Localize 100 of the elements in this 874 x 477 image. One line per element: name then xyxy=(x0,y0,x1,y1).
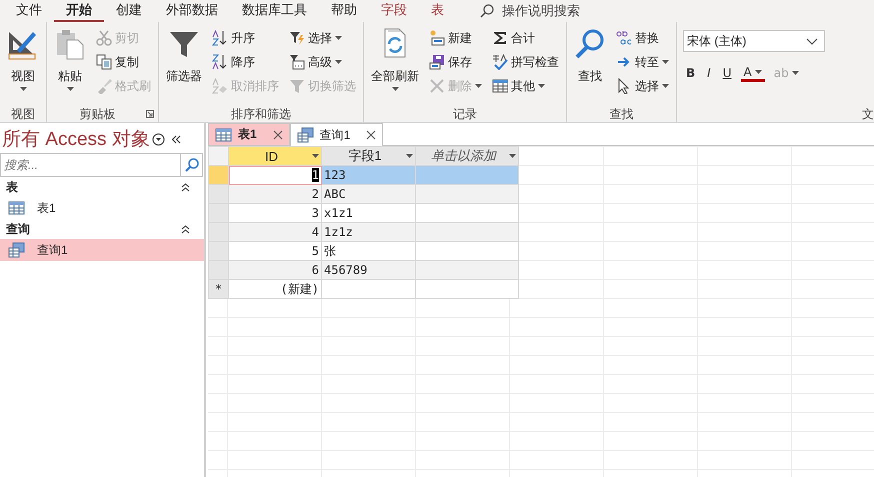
double-chevron-icon xyxy=(181,224,190,234)
ribbon-button[interactable]: 保存 xyxy=(426,50,485,74)
eraser-icon xyxy=(212,78,228,94)
magnifier-icon xyxy=(574,28,606,60)
caret-icon xyxy=(392,87,398,91)
search-field[interactable]: 搜索... xyxy=(0,153,203,177)
record-selector[interactable] xyxy=(208,260,228,280)
nav-item[interactable]: 查询1 xyxy=(0,239,204,261)
ribbon-button[interactable]: 高级 xyxy=(286,50,359,74)
ribbon-button[interactable]: 复制 xyxy=(93,50,154,74)
ribbon-button[interactable]: 视图 xyxy=(4,26,42,106)
table-cell: 1 xyxy=(228,166,322,184)
funnel-form-icon xyxy=(289,54,305,70)
table-grid-icon xyxy=(492,78,508,94)
ribbon-tab[interactable]: 数据库工具 xyxy=(230,0,319,22)
dropdown-caret-icon xyxy=(509,154,516,158)
ribbon-tab[interactable]: 字段 xyxy=(369,0,419,22)
dropdown-caret-icon xyxy=(312,154,319,158)
funnel-icon xyxy=(289,78,305,94)
ribbon-button[interactable]: 新建 xyxy=(426,26,485,50)
caret-icon xyxy=(792,71,799,75)
ribbon-button[interactable]: 合计 xyxy=(489,26,562,50)
caret-icon xyxy=(475,84,482,88)
brush-icon xyxy=(96,78,112,94)
ribbon-tab[interactable]: 表 xyxy=(419,0,456,22)
table-icon xyxy=(215,126,232,142)
record-selector[interactable] xyxy=(208,222,228,242)
cross-icon xyxy=(429,78,445,94)
ribbon-button[interactable]: 选择 xyxy=(286,26,359,50)
chevron-icon xyxy=(806,38,818,44)
double-chevron-icon xyxy=(181,182,190,192)
ribbon-button[interactable]: 查找 xyxy=(571,26,609,106)
ribbon-tab[interactable]: 创建 xyxy=(104,0,154,22)
query-icon xyxy=(8,242,25,258)
caret-icon xyxy=(754,70,762,74)
document-tab[interactable]: 查询1 xyxy=(290,123,384,146)
group-label: 排序和筛选 xyxy=(230,106,292,122)
ribbon-button[interactable]: 升序 xyxy=(209,26,282,50)
sigma-icon xyxy=(492,30,508,46)
section-header[interactable]: 表 xyxy=(0,177,204,197)
table-cell: 123 xyxy=(322,166,416,184)
ribbon-button[interactable]: 降序 xyxy=(209,50,282,74)
floppy-disk-icon xyxy=(429,54,445,70)
caret-icon xyxy=(335,60,342,64)
collapse-button[interactable] xyxy=(170,134,181,144)
group-label: 记录 xyxy=(452,106,478,122)
format-button[interactable]: I xyxy=(704,62,714,84)
ribbon-button[interactable]: 粘贴 xyxy=(51,26,89,106)
ribbon-tab[interactable]: 文件 xyxy=(4,0,54,22)
spell-check-icon xyxy=(492,54,508,70)
sort-descending-icon xyxy=(212,54,228,70)
record-selector[interactable] xyxy=(208,242,228,260)
table-cell: 4 xyxy=(228,222,322,242)
table-cell: 6 xyxy=(228,260,322,280)
search-icon xyxy=(480,4,494,18)
column-header[interactable]: ID xyxy=(228,146,322,166)
close-icon[interactable] xyxy=(366,130,376,140)
ribbon-button[interactable]: 转至 xyxy=(613,50,672,74)
ribbon-button[interactable]: 其他 xyxy=(489,74,562,98)
sort-ascending-icon xyxy=(212,30,228,46)
select-all-corner[interactable] xyxy=(208,146,228,166)
options-button[interactable] xyxy=(152,132,165,146)
format-button[interactable]: U xyxy=(720,62,734,84)
double-chevron-icon xyxy=(170,134,181,144)
ribbon-tab[interactable]: 帮助 xyxy=(319,0,369,22)
group-label: 查找 xyxy=(608,106,634,122)
caret-icon xyxy=(66,87,74,91)
table-cell: (新建) xyxy=(228,280,322,298)
record-selector[interactable] xyxy=(208,204,228,222)
close-icon[interactable] xyxy=(272,130,283,140)
table-cell: 1z1z xyxy=(322,222,416,242)
ribbon-button[interactable]: 全部刷新 xyxy=(368,26,422,106)
scissors-icon xyxy=(96,30,112,46)
ribbon-button[interactable]: 筛选器 xyxy=(163,26,205,106)
ribbon-tab[interactable]: 外部数据 xyxy=(154,0,230,22)
column-header[interactable]: 单击以添加 xyxy=(416,146,518,166)
circle-caret-icon xyxy=(152,132,165,146)
ribbon-button[interactable]: 拼写检查 xyxy=(489,50,562,74)
query-icon xyxy=(296,127,314,143)
search-icon xyxy=(184,158,198,172)
nav-item[interactable]: 表1 xyxy=(0,197,204,219)
ribbon-button[interactable]: 选择 xyxy=(613,74,672,98)
font-dropdown[interactable]: 宋体 (主体) xyxy=(683,30,825,52)
copy-icon xyxy=(96,54,112,70)
record-selector[interactable] xyxy=(208,184,228,204)
section-header[interactable]: 查询 xyxy=(0,219,204,239)
column-header[interactable]: 字段1 xyxy=(322,146,416,166)
ribbon-button[interactable]: 替换 xyxy=(613,26,672,50)
caret-icon xyxy=(335,36,342,40)
replace-icon xyxy=(616,30,632,46)
format-button[interactable]: B xyxy=(683,62,698,84)
record-selector[interactable]: * xyxy=(208,280,228,298)
document-tab[interactable]: 表1 xyxy=(208,123,290,145)
format-button[interactable]: A xyxy=(740,64,765,82)
record-selector[interactable] xyxy=(208,166,228,184)
dialog-launcher-icon[interactable] xyxy=(146,110,154,118)
nav-pane-title: 所有 Access 对象 xyxy=(2,128,150,152)
tell-me-field[interactable]: 操作说明搜索 xyxy=(502,2,580,20)
search-button[interactable] xyxy=(180,154,202,176)
funnel-lightning-icon xyxy=(289,30,305,46)
